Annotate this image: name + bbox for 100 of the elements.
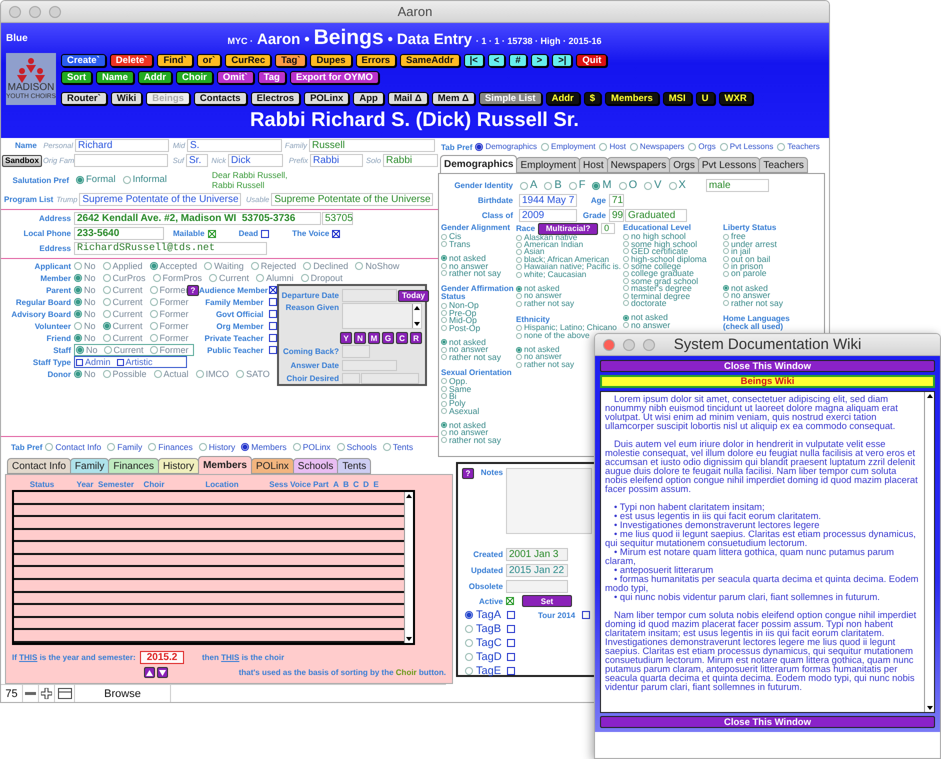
radio-button[interactable] bbox=[441, 378, 447, 384]
radio-button[interactable] bbox=[122, 176, 131, 184]
radio-button[interactable] bbox=[355, 262, 364, 270]
toolbar-button[interactable]: SameAddr bbox=[400, 54, 460, 67]
toolbar-button[interactable]: Delete` bbox=[110, 54, 154, 67]
radio-button[interactable] bbox=[630, 143, 638, 151]
help-button[interactable]: ? bbox=[187, 284, 199, 296]
radio-button[interactable] bbox=[599, 143, 608, 151]
radio-button[interactable] bbox=[196, 370, 204, 378]
toolbar-button[interactable]: WXR bbox=[718, 92, 753, 105]
radio-button[interactable] bbox=[520, 182, 528, 190]
radio-button[interactable] bbox=[516, 362, 522, 368]
toolbar-button[interactable]: POLinx bbox=[304, 92, 350, 105]
radio-button[interactable] bbox=[516, 354, 522, 360]
radio-button[interactable] bbox=[516, 286, 522, 292]
input-field[interactable]: Graduated bbox=[625, 209, 687, 222]
radio-button[interactable] bbox=[623, 285, 629, 292]
minimize-button[interactable] bbox=[623, 338, 635, 350]
radio-button[interactable] bbox=[74, 262, 82, 270]
radio-button[interactable] bbox=[256, 274, 264, 282]
radio-button[interactable] bbox=[723, 241, 729, 248]
toolbar-button[interactable]: or` bbox=[196, 54, 222, 67]
radio-button[interactable] bbox=[150, 286, 158, 294]
radio-button[interactable] bbox=[723, 256, 729, 262]
radio-button[interactable] bbox=[150, 346, 158, 354]
radio-button[interactable] bbox=[441, 430, 447, 436]
radio-button[interactable] bbox=[74, 322, 82, 330]
radio-button[interactable] bbox=[441, 386, 447, 392]
radio-button[interactable] bbox=[465, 653, 473, 661]
radio-button[interactable] bbox=[74, 310, 82, 318]
radio-button[interactable] bbox=[618, 182, 627, 190]
checkbox[interactable] bbox=[269, 322, 277, 330]
radio-button[interactable] bbox=[723, 248, 729, 254]
radio-button[interactable] bbox=[148, 443, 156, 451]
toolbar-button[interactable]: Wiki bbox=[110, 92, 142, 105]
input-field[interactable]: 1944 May 7 bbox=[519, 194, 577, 207]
radio-button[interactable] bbox=[623, 248, 629, 254]
close-button[interactable] bbox=[9, 6, 21, 18]
radio-button[interactable] bbox=[382, 443, 391, 451]
radio-button[interactable] bbox=[465, 611, 473, 619]
tab[interactable]: Orgs bbox=[669, 157, 699, 173]
answer-button[interactable]: R bbox=[410, 332, 422, 344]
toolbar-button[interactable]: Members bbox=[605, 92, 659, 105]
radio-button[interactable] bbox=[516, 300, 522, 307]
multiracial-button[interactable]: Multiracial? bbox=[538, 222, 598, 234]
radio-button[interactable] bbox=[102, 334, 111, 342]
checkbox[interactable] bbox=[507, 667, 515, 675]
radio-button[interactable] bbox=[150, 298, 158, 306]
radio-button[interactable] bbox=[303, 262, 312, 270]
radio-button[interactable] bbox=[150, 310, 158, 318]
radio-button[interactable] bbox=[441, 393, 447, 400]
radio-button[interactable] bbox=[241, 443, 250, 451]
toolbar-button[interactable]: $ bbox=[584, 92, 602, 105]
tab[interactable]: Members bbox=[198, 456, 252, 474]
toolbar-button[interactable]: Errors bbox=[356, 54, 396, 67]
checkbox[interactable] bbox=[507, 653, 515, 661]
radio-button[interactable] bbox=[441, 324, 447, 331]
radio-button[interactable] bbox=[592, 182, 600, 190]
radio-button[interactable] bbox=[516, 293, 522, 300]
radio-button[interactable] bbox=[723, 292, 729, 298]
toolbar-button[interactable]: Export for OYMO bbox=[290, 71, 379, 84]
radio-button[interactable] bbox=[723, 263, 729, 270]
radio-button[interactable] bbox=[623, 278, 629, 284]
radio-button[interactable] bbox=[441, 354, 447, 360]
checkbox[interactable] bbox=[269, 346, 277, 354]
checkbox[interactable] bbox=[507, 625, 515, 633]
radio-button[interactable] bbox=[516, 272, 522, 278]
radio-button[interactable] bbox=[623, 263, 629, 270]
checkbox[interactable] bbox=[507, 639, 515, 647]
input-field[interactable]: Supreme Potentate of the Universe bbox=[271, 193, 434, 206]
help-button[interactable]: ? bbox=[462, 468, 474, 479]
toolbar-button[interactable]: > bbox=[530, 54, 548, 67]
radio-button[interactable] bbox=[441, 437, 447, 444]
tab[interactable]: Host bbox=[579, 157, 608, 173]
radio-button[interactable] bbox=[516, 249, 522, 256]
radio-button[interactable] bbox=[198, 443, 207, 451]
tab[interactable]: POLinx bbox=[250, 458, 294, 474]
toolbar-button[interactable]: Simple List bbox=[478, 92, 542, 105]
radio-button[interactable] bbox=[441, 255, 447, 262]
tab[interactable]: Tents bbox=[337, 458, 372, 474]
input-field[interactable]: 233-5640 bbox=[74, 227, 164, 240]
input-field[interactable]: 99 bbox=[609, 209, 624, 222]
today-button[interactable]: Today bbox=[398, 290, 429, 302]
radio-button[interactable] bbox=[720, 143, 728, 151]
radio-button[interactable] bbox=[623, 270, 629, 277]
radio-button[interactable] bbox=[623, 292, 629, 299]
zoom-button[interactable] bbox=[49, 6, 61, 18]
answer-button[interactable]: G bbox=[382, 332, 394, 344]
radio-button[interactable] bbox=[74, 370, 82, 378]
radio-button[interactable] bbox=[465, 667, 473, 675]
radio-button[interactable] bbox=[441, 241, 447, 248]
toolbar-button[interactable]: Create` bbox=[61, 54, 106, 67]
input-field[interactable]: 71 bbox=[609, 194, 624, 207]
radio-button[interactable] bbox=[102, 274, 111, 282]
toolbar-button[interactable]: |< bbox=[464, 54, 484, 67]
input-field[interactable]: 2001 Jan 3 bbox=[506, 548, 568, 560]
radio-button[interactable] bbox=[516, 234, 522, 241]
input-field[interactable] bbox=[361, 372, 419, 384]
sandbox-button[interactable]: Sandbox bbox=[2, 154, 42, 166]
radio-button[interactable] bbox=[441, 262, 447, 269]
